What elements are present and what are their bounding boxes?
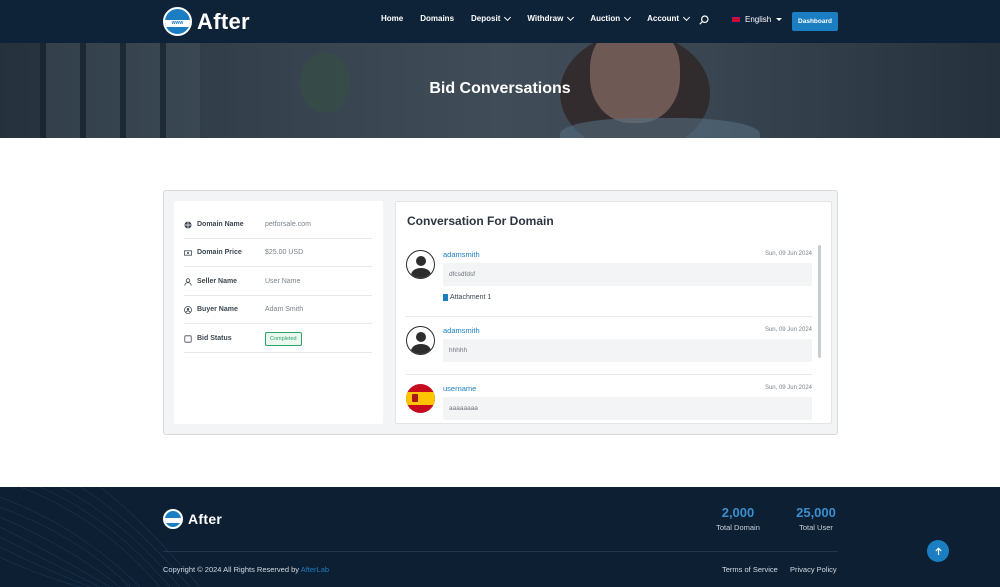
message-text: dfcsdfdsf bbox=[443, 263, 812, 286]
message-username[interactable]: adamsmith bbox=[443, 326, 480, 335]
caret-down-icon bbox=[776, 18, 783, 21]
file-icon bbox=[443, 294, 448, 301]
afterlab-link[interactable]: AfterLab bbox=[301, 565, 329, 574]
info-row-seller-name: Seller Name User Name bbox=[184, 268, 372, 296]
status-badge: Completed bbox=[265, 331, 302, 346]
domain-price-value: $25.00 USD bbox=[265, 249, 304, 256]
footer: After 2,000 Total Domain 25,000 Total Us… bbox=[0, 487, 1000, 587]
message-text: aaaaaaaa bbox=[443, 397, 812, 420]
domain-name-value: petforsale.com bbox=[265, 221, 311, 228]
conversation-scrollbar[interactable] bbox=[818, 245, 821, 358]
footer-divider bbox=[163, 551, 838, 552]
message-username[interactable]: adamsmith bbox=[443, 250, 480, 259]
nav-auction[interactable]: Auction bbox=[590, 13, 632, 23]
message-date: Sun, 09 Jun 2024 bbox=[764, 251, 812, 257]
stat-total-user: 25,000 Total User bbox=[796, 505, 836, 532]
nav-deposit[interactable]: Deposit bbox=[471, 13, 512, 23]
user-icon bbox=[184, 277, 192, 286]
brand-name: After bbox=[197, 8, 250, 34]
message-date: Sun, 09 Jun 2024 bbox=[764, 327, 812, 333]
globe-icon bbox=[184, 221, 192, 228]
copyright-text: Copyright © 2024 All Rights Reserved by … bbox=[163, 565, 330, 574]
info-row-domain-price: Domain Price $25.00 USD bbox=[184, 239, 372, 267]
info-row-buyer-name: Buyer Name Adam Smith bbox=[184, 296, 372, 324]
language-label: English bbox=[745, 15, 772, 24]
nav-domains[interactable]: Domains bbox=[420, 14, 454, 23]
chevron-down-icon bbox=[624, 13, 632, 21]
page-title: Bid Conversations bbox=[429, 80, 571, 97]
conversation-panel: Conversation For Domain adamsmith Sun, 0… bbox=[395, 201, 832, 424]
conversation-title: Conversation For Domain bbox=[407, 214, 554, 228]
dashboard-button[interactable]: Dashboard bbox=[792, 12, 838, 31]
hero-banner: Bid Conversations bbox=[0, 43, 1000, 138]
message-divider bbox=[406, 374, 812, 375]
arrow-up-icon bbox=[934, 546, 942, 555]
nav-withdraw[interactable]: Withdraw bbox=[527, 13, 575, 23]
globe-logo-icon: www bbox=[163, 7, 192, 36]
buyer-name-value: Adam Smith bbox=[265, 306, 304, 313]
user-avatar-icon bbox=[406, 326, 435, 355]
top-navbar: www After Home Domains Deposit Withdraw … bbox=[0, 0, 1000, 43]
message-date: Sun, 09 Jun 2024 bbox=[764, 385, 812, 391]
message-divider bbox=[406, 316, 812, 317]
scroll-to-top-button[interactable] bbox=[927, 540, 949, 562]
stat-total-domain: 2,000 Total Domain bbox=[716, 505, 760, 532]
checkbox-icon bbox=[184, 334, 192, 343]
info-row-domain-name: Domain Name petforsale.com bbox=[184, 211, 372, 239]
uk-flag-icon bbox=[731, 16, 741, 23]
main-nav: Home Domains Deposit Withdraw Auction Ac… bbox=[381, 13, 706, 23]
globe-logo-icon bbox=[163, 509, 183, 529]
terms-of-service-link[interactable]: Terms of Service bbox=[722, 565, 778, 574]
money-icon bbox=[184, 249, 192, 256]
user-avatar-icon bbox=[406, 250, 435, 279]
brand-logo[interactable]: www After bbox=[163, 7, 250, 36]
spain-flag-avatar-icon bbox=[406, 384, 435, 413]
privacy-policy-link[interactable]: Privacy Policy bbox=[790, 565, 837, 574]
footer-logo[interactable]: After bbox=[163, 509, 222, 529]
attachment-link[interactable]: Attachment 1 bbox=[443, 294, 491, 301]
nav-home[interactable]: Home bbox=[381, 14, 403, 23]
chevron-down-icon bbox=[504, 13, 512, 21]
nav-account[interactable]: Account bbox=[647, 13, 691, 23]
info-row-bid-status: Bid Status Completed bbox=[184, 325, 372, 353]
seller-name-value: User Name bbox=[265, 278, 301, 285]
message-username[interactable]: username bbox=[443, 384, 476, 393]
chevron-down-icon bbox=[567, 13, 575, 21]
language-selector[interactable]: English bbox=[731, 15, 783, 24]
user-circle-icon bbox=[184, 305, 192, 314]
chevron-down-icon bbox=[683, 13, 691, 21]
search-icon[interactable] bbox=[699, 15, 709, 25]
message-text: hhhhh bbox=[443, 339, 812, 362]
